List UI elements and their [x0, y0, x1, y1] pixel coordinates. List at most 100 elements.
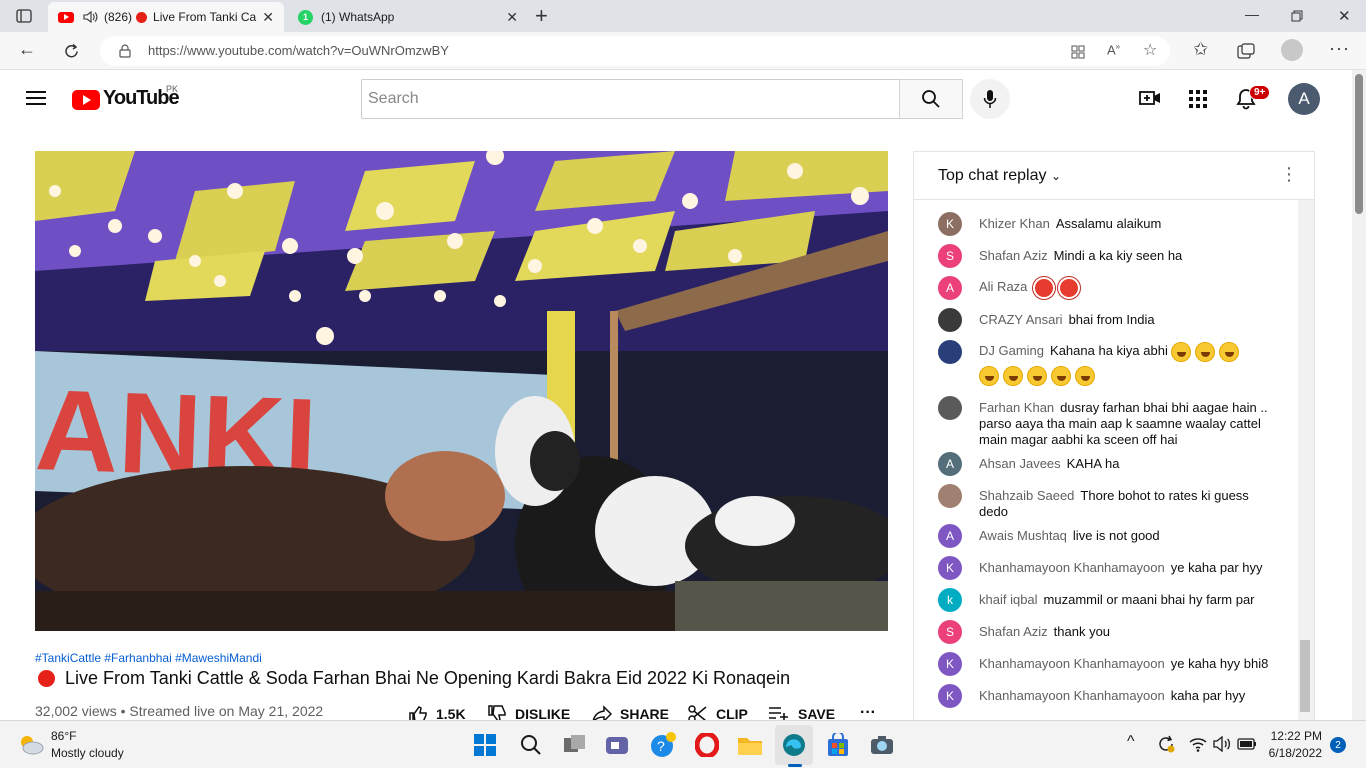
profile-icon[interactable] — [1281, 39, 1303, 61]
help-app-icon[interactable]: ? — [650, 732, 676, 758]
chevron-down-icon: ⌄ — [1050, 169, 1062, 183]
author-avatar[interactable] — [938, 396, 962, 420]
search-input[interactable]: Search — [361, 79, 900, 119]
more-menu-icon[interactable]: ··· — [1329, 38, 1350, 59]
author-name[interactable]: Ahsan Javees — [979, 456, 1061, 471]
microsoft-store-icon[interactable] — [827, 733, 849, 757]
account-avatar[interactable]: A — [1288, 83, 1320, 115]
weather-cloud-icon[interactable] — [18, 733, 44, 755]
author-name[interactable]: Khanhamayoon Khanhamayoon — [979, 688, 1165, 703]
message-text: kaha par hyy — [1170, 688, 1246, 703]
refresh-icon[interactable] — [63, 43, 80, 60]
author-avatar[interactable] — [938, 340, 962, 364]
clock-time[interactable]: 12:22 PM — [1270, 729, 1322, 743]
new-tab-icon[interactable]: + — [535, 3, 548, 29]
stop-hand-emoji-icon — [1058, 277, 1081, 299]
favorites-icon[interactable]: ✩ — [1193, 39, 1208, 60]
close-tab-icon[interactable]: ✕ — [506, 9, 518, 26]
notification-count-badge[interactable]: 2 — [1330, 737, 1346, 753]
live-chat-panel: Top chat replay ⌄ ⋮ K Khizer Khan Assalam… — [913, 151, 1315, 721]
author-avatar[interactable]: K — [938, 212, 962, 236]
rofl-emoji-icon — [1171, 341, 1192, 362]
minimize-icon[interactable]: — — [1245, 6, 1259, 22]
camera-app-icon[interactable] — [870, 734, 894, 756]
close-tab-icon[interactable]: ✕ — [262, 9, 274, 26]
create-video-icon[interactable] — [1139, 90, 1161, 106]
video-hashtags[interactable]: #TankiCattle #Farhanbhai #MaweshiMandi — [35, 651, 262, 665]
live-dot-icon — [136, 11, 148, 23]
author-avatar[interactable]: A — [938, 276, 962, 300]
task-view-icon[interactable] — [563, 734, 587, 756]
read-aloud-icon[interactable]: A» — [1107, 42, 1120, 57]
sync-icon[interactable] — [1157, 735, 1175, 753]
microphone-icon — [983, 90, 997, 108]
author-name[interactable]: Farhan Khan — [979, 400, 1054, 415]
url-text[interactable]: https://www.youtube.com/watch?v=OuWNrOmz… — [148, 43, 449, 58]
add-favorite-icon[interactable]: ☆ — [1143, 40, 1157, 60]
weather-description[interactable]: Mostly cloudy — [51, 746, 124, 760]
windows-taskbar: 86°F Mostly cloudy ? ^ 12:22 PM 6/18/202… — [0, 720, 1366, 768]
voice-search-button[interactable] — [970, 79, 1010, 119]
author-avatar[interactable]: K — [938, 556, 962, 580]
author-avatar[interactable]: S — [938, 244, 962, 268]
message-text: ye kaha hyy bhi8 — [1170, 656, 1269, 671]
back-icon[interactable]: ← — [18, 39, 36, 60]
youtube-logo-icon[interactable] — [72, 90, 100, 110]
tab-youtube[interactable]: (826) Live From Tanki Ca ✕ — [48, 2, 284, 32]
chat-menu-icon[interactable]: ⋮ — [1280, 164, 1298, 185]
author-avatar[interactable]: K — [938, 652, 962, 676]
tab-whatsapp[interactable]: 1 (1) WhatsApp ✕ — [290, 2, 528, 32]
search-icon — [922, 90, 940, 108]
author-name[interactable]: Khanhamayoon Khanhamayoon — [979, 656, 1165, 671]
opera-browser-icon[interactable] — [695, 733, 719, 757]
speaker-icon[interactable] — [82, 10, 98, 24]
author-avatar[interactable]: k — [938, 588, 962, 612]
wifi-icon[interactable] — [1189, 736, 1207, 752]
search-icon[interactable] — [520, 734, 542, 756]
weather-temperature[interactable]: 86°F — [51, 729, 76, 743]
restore-icon[interactable] — [1291, 10, 1303, 22]
author-name[interactable]: Shafan Aziz — [979, 248, 1048, 263]
page-scrollbar[interactable] — [1352, 70, 1366, 720]
windows-start-icon[interactable] — [474, 734, 496, 756]
author-avatar[interactable] — [938, 308, 962, 332]
teams-chat-icon[interactable] — [605, 734, 629, 756]
author-name[interactable]: Ali Raza — [979, 279, 1027, 294]
chat-scrollbar[interactable] — [1298, 200, 1314, 720]
author-name[interactable]: Shafan Aziz — [979, 624, 1048, 639]
author-avatar[interactable]: K — [938, 684, 962, 708]
author-name[interactable]: Awais Mushtaq — [979, 528, 1067, 543]
apps-grid-icon[interactable] — [1189, 90, 1207, 108]
video-player[interactable]: ANKI — [35, 151, 888, 631]
apps-available-icon[interactable] — [1070, 44, 1086, 60]
file-explorer-icon[interactable] — [737, 734, 763, 756]
author-name[interactable]: Shahzaib Saeed — [979, 488, 1074, 503]
author-name[interactable]: DJ Gaming — [979, 343, 1044, 358]
close-window-icon[interactable]: ✕ — [1338, 7, 1351, 25]
search-button[interactable] — [899, 79, 963, 119]
show-hidden-icons-chevron-icon[interactable]: ^ — [1127, 733, 1135, 751]
battery-icon[interactable] — [1237, 737, 1257, 751]
rofl-emoji-icon — [1195, 341, 1216, 362]
author-avatar[interactable]: A — [938, 452, 962, 476]
address-bar[interactable]: https://www.youtube.com/watch?v=OuWNrOmz… — [100, 36, 1170, 66]
author-name[interactable]: khaif iqbal — [979, 592, 1038, 607]
clock-date[interactable]: 6/18/2022 — [1262, 746, 1322, 760]
chat-scrollbar-thumb[interactable] — [1300, 640, 1310, 712]
author-name[interactable]: Khanhamayoon Khanhamayoon — [979, 560, 1165, 575]
edge-browser-icon[interactable] — [782, 733, 806, 757]
rofl-emoji-icon — [1075, 365, 1095, 386]
hamburger-menu-icon[interactable] — [26, 90, 46, 106]
tab-title: (1) WhatsApp — [321, 10, 395, 24]
author-avatar[interactable]: A — [938, 524, 962, 548]
chat-mode-dropdown[interactable]: Top chat replay ⌄ — [938, 167, 1061, 185]
scrollbar-thumb[interactable] — [1355, 74, 1363, 214]
lock-icon[interactable] — [119, 44, 131, 58]
tab-actions-icon[interactable] — [16, 9, 32, 23]
author-avatar[interactable] — [938, 484, 962, 508]
author-avatar[interactable]: S — [938, 620, 962, 644]
volume-icon[interactable] — [1213, 736, 1231, 752]
collections-icon[interactable] — [1237, 43, 1255, 59]
author-name[interactable]: CRAZY Ansari — [979, 312, 1063, 327]
author-name[interactable]: Khizer Khan — [979, 216, 1050, 231]
